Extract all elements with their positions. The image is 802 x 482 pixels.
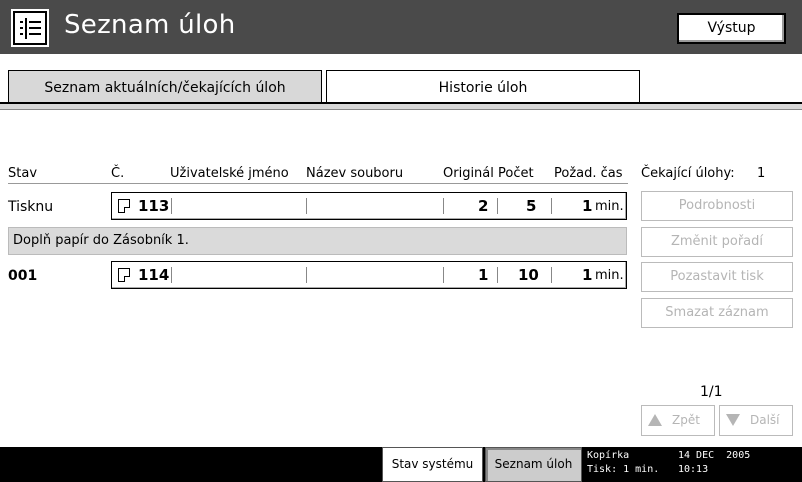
details-button[interactable]: Podrobnosti bbox=[641, 191, 793, 221]
tab-current-jobs[interactable]: Seznam aktuálních/čekajících úloh bbox=[8, 70, 322, 104]
job-number: 114 bbox=[138, 266, 170, 284]
mode-line-1: Kopírka bbox=[587, 450, 630, 461]
column-count: Počet bbox=[498, 166, 534, 181]
column-status: Stav bbox=[8, 166, 38, 181]
arrow-up-icon bbox=[648, 414, 662, 426]
job-count: 10 bbox=[518, 266, 539, 284]
job-list-button[interactable]: Seznam úloh bbox=[485, 447, 582, 482]
job-time: 1 bbox=[582, 197, 593, 215]
delete-record-button[interactable]: Smazat záznam bbox=[641, 298, 793, 328]
change-order-button[interactable]: Změnit pořadí bbox=[641, 227, 793, 257]
date-display: 14 DEC 2005 bbox=[678, 450, 751, 461]
exit-button[interactable]: Výstup bbox=[677, 13, 786, 44]
row-status: 001 bbox=[8, 268, 38, 284]
previous-button[interactable]: Zpět bbox=[641, 405, 715, 436]
previous-label: Zpět bbox=[672, 413, 700, 427]
column-file: Název souboru bbox=[306, 166, 404, 181]
job-original: 1 bbox=[478, 266, 489, 284]
column-time: Požad. čas bbox=[554, 166, 623, 181]
page-title: Seznam úloh bbox=[64, 10, 236, 40]
time-display: 10:13 bbox=[678, 464, 709, 475]
tab-panel-strip bbox=[0, 104, 802, 110]
tab-job-history[interactable]: Historie úloh bbox=[326, 70, 640, 104]
job-count: 5 bbox=[526, 197, 537, 215]
column-number: Č. bbox=[111, 166, 125, 181]
mode-line-2: Tisk: 1 min. bbox=[587, 464, 660, 475]
waiting-jobs-count: 1 bbox=[757, 166, 766, 181]
status-message: Doplň papír do Zásobník 1. bbox=[8, 227, 627, 255]
header-divider bbox=[8, 183, 628, 184]
job-time: 1 bbox=[582, 266, 593, 284]
suspend-print-button[interactable]: Pozastavit tisk bbox=[641, 262, 793, 292]
job-list-icon bbox=[13, 11, 47, 45]
page-indicator: 1/1 bbox=[700, 384, 723, 400]
next-label: Další bbox=[750, 413, 780, 427]
job-row[interactable]: 114 1 10 1 min. bbox=[111, 261, 627, 289]
job-row[interactable]: 113 2 5 1 min. bbox=[111, 192, 627, 220]
column-user: Uživatelské jméno bbox=[170, 166, 289, 181]
job-original: 2 bbox=[478, 197, 489, 215]
system-status-button[interactable]: Stav systému bbox=[382, 447, 483, 482]
job-time-unit: min. bbox=[595, 199, 624, 214]
waiting-jobs-label: Čekající úlohy: bbox=[641, 166, 735, 181]
arrow-down-icon bbox=[726, 414, 740, 426]
row-status: Tisknu bbox=[8, 199, 54, 215]
document-icon bbox=[118, 268, 130, 282]
next-button[interactable]: Další bbox=[719, 405, 793, 436]
job-time-unit: min. bbox=[595, 268, 624, 283]
job-number: 113 bbox=[138, 197, 170, 215]
column-original: Originál bbox=[443, 166, 494, 181]
document-icon bbox=[118, 199, 130, 213]
